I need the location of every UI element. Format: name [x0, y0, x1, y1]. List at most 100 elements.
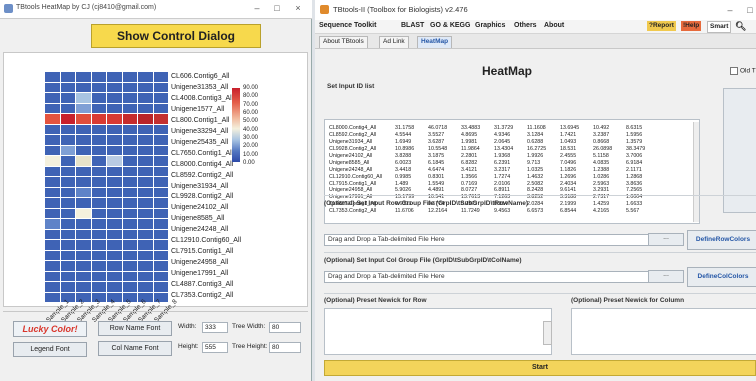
heatmap-cell — [138, 261, 153, 271]
left-title-bar: TBtools HeatMap by CJ (cj8410@gmail.com)… — [0, 0, 312, 19]
tab-heatmap[interactable]: HeatMap — [417, 36, 453, 48]
search-icon[interactable]: 🔍︎ — [735, 21, 746, 32]
menu-others[interactable]: Others — [514, 22, 537, 29]
col-group-drop-field[interactable]: Drag and Drop a Tab-delimited File Here — [324, 271, 652, 283]
tree-width-input[interactable]: 80 — [269, 322, 301, 333]
row-group-browse-button[interactable]: ... — [648, 233, 684, 246]
menu-go-kegg[interactable]: GO & KEGG — [430, 22, 470, 29]
close-icon[interactable]: × — [291, 3, 305, 14]
id-list-cell: 1.5549 — [428, 180, 445, 187]
start-button[interactable]: Start — [324, 360, 756, 376]
define-col-colors-button[interactable]: DefineColColors — [687, 267, 756, 287]
id-list-cell: 6.0023 — [395, 159, 412, 166]
heatmap-cell — [76, 177, 91, 187]
heatmap-row-label: CL4008.Contig3_All — [171, 94, 234, 102]
heatmap-cell — [60, 219, 75, 229]
heatmap-cell — [60, 82, 75, 92]
row-group-drop-field[interactable]: Drag and Drop a Tab-delimited File Here — [324, 234, 652, 246]
newick-row-scrollbar[interactable] — [543, 321, 552, 345]
heatmap-cell — [107, 103, 122, 113]
define-row-colors-button[interactable]: DefineRowColors — [687, 230, 756, 250]
id-list-cell: 1.4259 — [593, 201, 610, 208]
id-list-cell: 1.9981 — [461, 139, 478, 146]
height-input[interactable]: 555 — [202, 342, 228, 353]
id-list-row: CL8000.Contig4_All 31.1758 46.0718 33.4883 3… — [329, 125, 659, 132]
right-maximize-icon[interactable]: □ — [743, 5, 756, 16]
id-list-cell: 2.1999 — [560, 201, 577, 208]
smart-badge[interactable]: Smart — [707, 21, 732, 33]
heatmap-cell — [76, 282, 91, 292]
heatmap-cell — [107, 82, 122, 92]
heatmap-cell — [60, 240, 75, 250]
newick-row-textarea[interactable] — [324, 308, 552, 355]
id-list-textarea[interactable]: CL8000.Contig4_All 31.1758 46.0718 33.4883 3… — [324, 119, 700, 224]
heatmap-cell — [60, 271, 75, 281]
heatmap-row-label: Unigene24102_All — [171, 204, 229, 212]
legend-tick: 80.00 — [243, 93, 259, 100]
id-list-cell: 6.1845 — [428, 159, 445, 166]
report-badge[interactable]: ?Report — [647, 21, 676, 31]
app-icon — [4, 4, 13, 13]
heatmap-cell — [91, 271, 106, 281]
minimize-icon[interactable]: – — [250, 3, 264, 14]
heatmap-cell — [91, 282, 106, 292]
id-list-cell: 2.1171 — [626, 166, 642, 173]
heatmap-cell — [60, 135, 75, 145]
heatmap-cell — [153, 103, 168, 113]
heatmap-cell — [138, 103, 153, 113]
heatmap-cell — [107, 114, 122, 124]
tbtools-app-icon — [320, 5, 329, 14]
heatmap-cell — [76, 124, 91, 134]
id-list-cell: 3.4121 — [461, 166, 478, 173]
heatmap-cell — [91, 177, 106, 187]
menu-about[interactable]: About — [544, 22, 564, 29]
id-list-cell: 1.9368 — [494, 153, 511, 159]
heatmap-cell — [153, 145, 168, 155]
show-control-dialog-button[interactable]: Show Control Dialog — [91, 24, 261, 48]
row-name-font-button[interactable]: Row Name Font — [98, 321, 172, 336]
right-minimize-icon[interactable]: – — [723, 5, 737, 16]
tab-ad-link[interactable]: Ad Link — [379, 36, 409, 48]
heatmap-controls: Lucky Color! Legend Font Row Name Font C… — [3, 311, 308, 378]
newick-row-label: (Optional) Preset Newick for Row — [324, 297, 427, 304]
color-legend-bar — [232, 88, 240, 162]
heatmap-cell — [91, 229, 106, 239]
width-input[interactable]: 333 — [202, 322, 228, 333]
tree-height-input[interactable]: 80 — [269, 342, 301, 353]
newick-col-textarea[interactable] — [571, 308, 756, 355]
heatmap-cell — [153, 93, 168, 103]
heatmap-cell — [122, 145, 137, 155]
legend-tick: 40.00 — [243, 126, 259, 133]
menu-blast[interactable]: BLAST — [401, 22, 424, 29]
lucky-color-button[interactable]: Lucky Color! — [13, 321, 87, 337]
heatmap-cell — [153, 240, 168, 250]
legend-font-button[interactable]: Legend Font — [13, 342, 87, 357]
heatmap-cell — [45, 208, 60, 218]
heatmap-cell — [45, 103, 60, 113]
heatmap-cell — [122, 72, 137, 82]
id-list-cell: 1.0325 — [527, 166, 544, 173]
id-list-cell: 8.6315 — [626, 125, 643, 132]
heatmap-row-label: CL7650.Contig1_All — [171, 149, 234, 157]
checkbox-icon[interactable] — [730, 67, 738, 75]
maximize-icon[interactable]: □ — [270, 3, 284, 14]
old-version-checkbox[interactable]: Old T — [730, 67, 756, 75]
tab-about-tbtools[interactable]: About TBtools — [319, 36, 368, 48]
heatmap-cell — [107, 229, 122, 239]
heatmap-cell — [76, 240, 91, 250]
heatmap-cell — [122, 156, 137, 166]
id-list-cell: Unigene8585_All — [329, 159, 370, 166]
id-list-cell: 5.567 — [626, 208, 640, 215]
help-badge[interactable]: !Help — [681, 21, 702, 31]
heatmap-cell — [60, 72, 75, 82]
menu-sequence-toolkit[interactable]: Sequence Toolkit — [319, 22, 376, 29]
newick-col-label: (Optional) Preset Newick for Column — [571, 297, 685, 304]
heatmap-cell — [76, 114, 91, 124]
menu-graphics[interactable]: Graphics — [475, 22, 505, 29]
heatmap-cell — [60, 177, 75, 187]
id-list-scrollbar[interactable] — [693, 122, 699, 222]
id-list-cell: 3.7006 — [626, 153, 643, 159]
col-name-font-button[interactable]: Col Name Font — [98, 341, 172, 356]
col-group-browse-button[interactable]: ... — [648, 270, 684, 283]
heatmap-cell — [138, 145, 153, 155]
